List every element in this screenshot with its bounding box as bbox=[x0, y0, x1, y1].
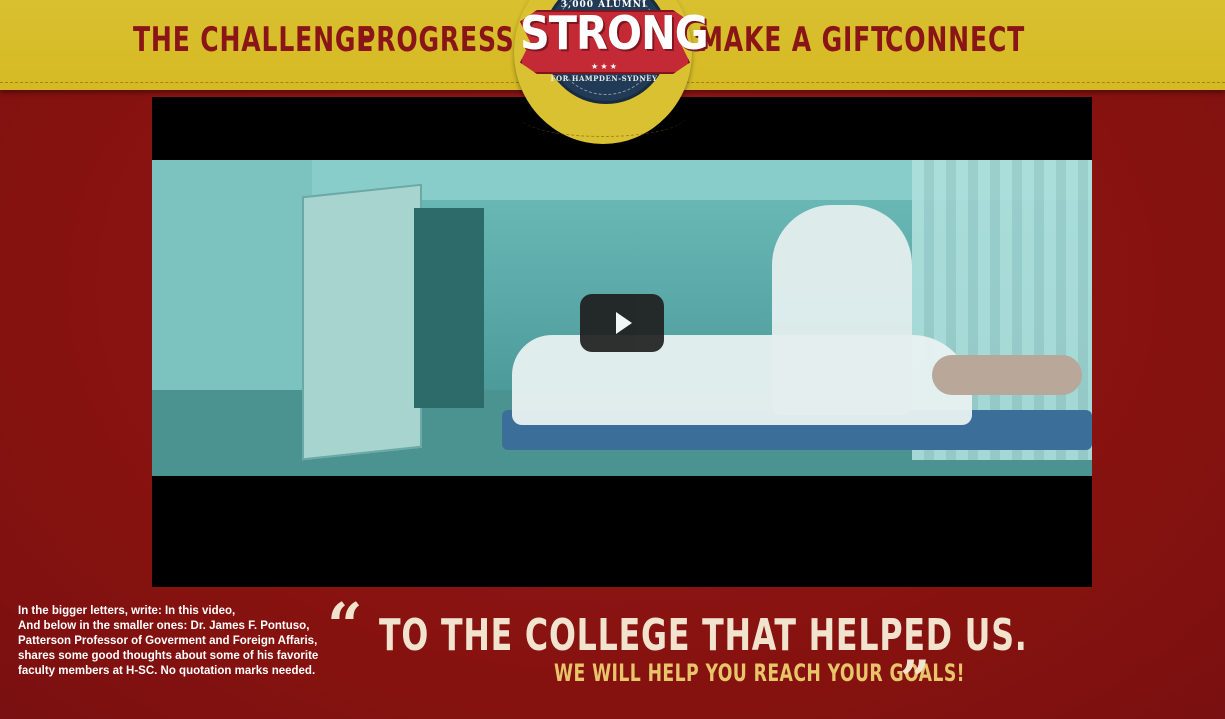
scene-ghost-figure bbox=[772, 205, 912, 415]
editor-note-text: In the bigger letters, write: In this vi… bbox=[18, 605, 319, 677]
nav-link-the-challenge[interactable]: THE CHALLENGE bbox=[133, 20, 374, 60]
logo-bottom-text: FOR HAMPDEN-SYDNEY bbox=[550, 74, 658, 83]
scene-doorway bbox=[414, 208, 484, 408]
play-icon bbox=[616, 312, 632, 334]
logo-stars: ★ ★ ★ bbox=[591, 62, 617, 71]
nav-link-make-a-gift[interactable]: MAKE A GIFT bbox=[698, 20, 889, 60]
close-quote-mark: ” bbox=[900, 650, 930, 711]
nav-link-progress[interactable]: PROGRESS bbox=[357, 20, 514, 60]
scene-door bbox=[302, 183, 422, 461]
open-quote-mark: “ bbox=[327, 589, 363, 662]
play-button[interactable] bbox=[580, 294, 664, 352]
quote-headline: TO THE COLLEGE THAT HELPED US. bbox=[379, 610, 1028, 661]
logo-wordmark[interactable]: STRONG bbox=[520, 6, 709, 60]
nav-link-connect[interactable]: CONNECT bbox=[885, 20, 1025, 60]
scene-patient bbox=[932, 355, 1082, 395]
video-player[interactable] bbox=[152, 97, 1092, 587]
